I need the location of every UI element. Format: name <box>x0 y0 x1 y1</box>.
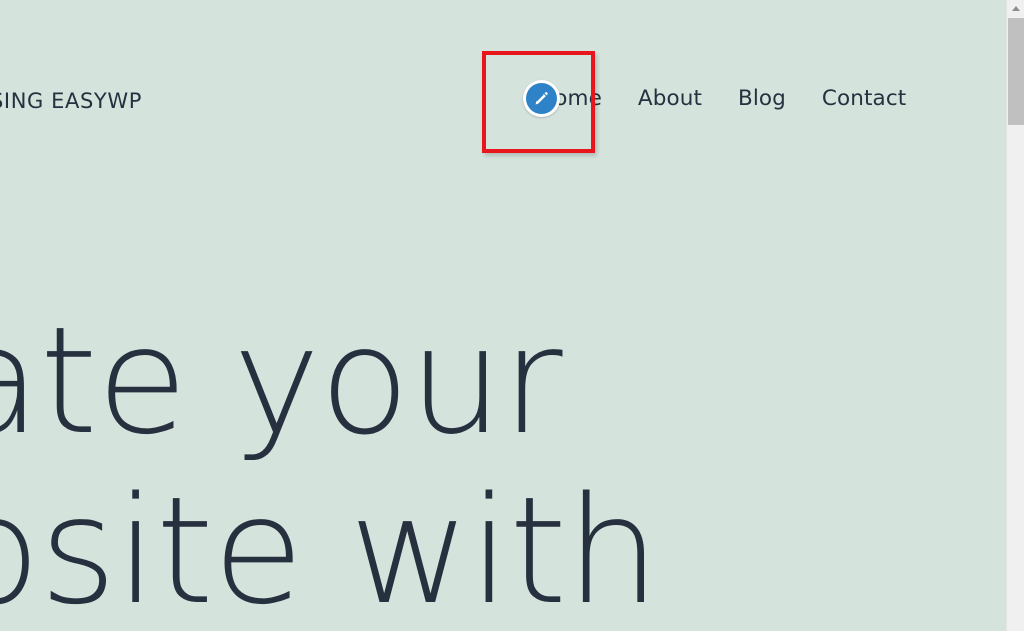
site-header: USING EASYWP Home About Blog Contact <box>0 0 1006 152</box>
scroll-up-button[interactable] <box>1007 0 1024 17</box>
hero-heading: ate your osite with <box>0 296 1006 631</box>
site-nav: Home About Blog Contact <box>520 80 924 118</box>
site-brand-text: USING EASYWP <box>0 89 142 113</box>
edit-button-disc <box>526 83 557 114</box>
nav-link-contact[interactable]: Contact <box>804 80 924 118</box>
scroll-thumb[interactable] <box>1008 18 1024 125</box>
hero-line-1: ate your <box>0 295 563 467</box>
edit-button[interactable] <box>523 80 560 117</box>
hero-line-2: osite with <box>0 465 660 631</box>
pencil-edit-icon <box>533 90 550 107</box>
vertical-scrollbar[interactable] <box>1006 0 1024 631</box>
screen: USING EASYWP Home About Blog Contact <box>0 0 1024 631</box>
nav-link-about[interactable]: About <box>620 80 720 118</box>
scroll-up-arrow-icon <box>1011 6 1020 11</box>
nav-link-blog[interactable]: Blog <box>720 80 804 118</box>
page-canvas: USING EASYWP Home About Blog Contact <box>0 0 1006 631</box>
scroll-track[interactable] <box>1007 125 1024 631</box>
